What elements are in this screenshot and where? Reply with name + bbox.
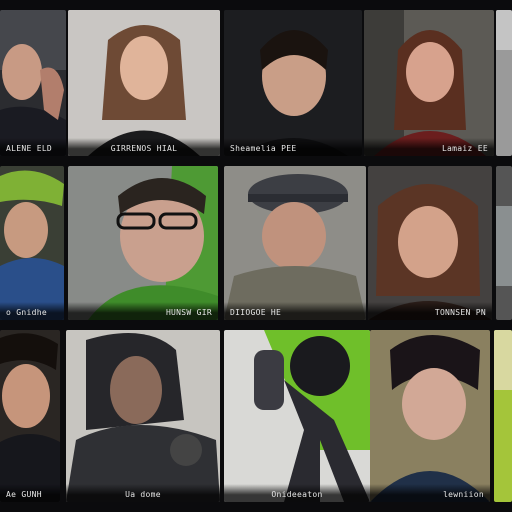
participant-portrait [224,166,366,320]
participant-name: TONNSEN PN [368,302,492,320]
participant-name: DIIOGOE HE [224,302,366,320]
participant-tile[interactable]: HUNSW GIR [68,166,218,320]
participant-portrait [496,166,512,320]
participant-tile[interactable]: Sheamelia PEE [224,10,362,156]
participant-tile[interactable]: Onideeaton [224,330,370,502]
participant-tile[interactable]: Ae GUNH [0,330,60,502]
participant-name: Ua dome [66,484,220,502]
participant-portrait [494,330,512,502]
participant-portrait [368,166,492,320]
participant-portrait [364,10,494,156]
participant-tile[interactable]: Lamaiz EE [364,10,494,156]
participant-name: Lamaiz EE [364,138,494,156]
participant-portrait [370,330,490,502]
participant-portrait [68,166,218,320]
participant-portrait [0,10,66,156]
participant-tile[interactable]: Ua dome [66,330,220,502]
participant-tile[interactable] [494,330,512,502]
participant-portrait [66,330,220,502]
participant-tile[interactable] [496,166,512,320]
participant-name: Onideeaton [224,484,370,502]
participant-tile[interactable]: lewniion [370,330,490,502]
participant-portrait [68,10,220,156]
participant-portrait [224,10,362,156]
participant-name: Sheamelia PEE [224,138,362,156]
participant-name: o Gnidhe [0,302,64,320]
participant-tile[interactable]: ALENE ELD [0,10,66,156]
participant-tile[interactable]: DIIOGOE HE [224,166,366,320]
participant-portrait [496,10,512,156]
participant-portrait [224,330,370,502]
video-call-grid: ALENE ELD GIRRENOS HIAL Sheamelia PEE La… [0,0,512,512]
participant-name: ALENE ELD [0,138,66,156]
participant-tile[interactable]: TONNSEN PN [368,166,492,320]
participant-name: GIRRENOS HIAL [68,138,220,156]
participant-tile[interactable]: GIRRENOS HIAL [68,10,220,156]
participant-portrait [0,330,60,502]
participant-tile[interactable]: o Gnidhe [0,166,64,320]
participant-name: Ae GUNH [0,484,60,502]
participant-tile[interactable] [496,10,512,156]
participant-portrait [0,166,64,320]
participant-name: lewniion [370,484,490,502]
participant-name: HUNSW GIR [68,302,218,320]
